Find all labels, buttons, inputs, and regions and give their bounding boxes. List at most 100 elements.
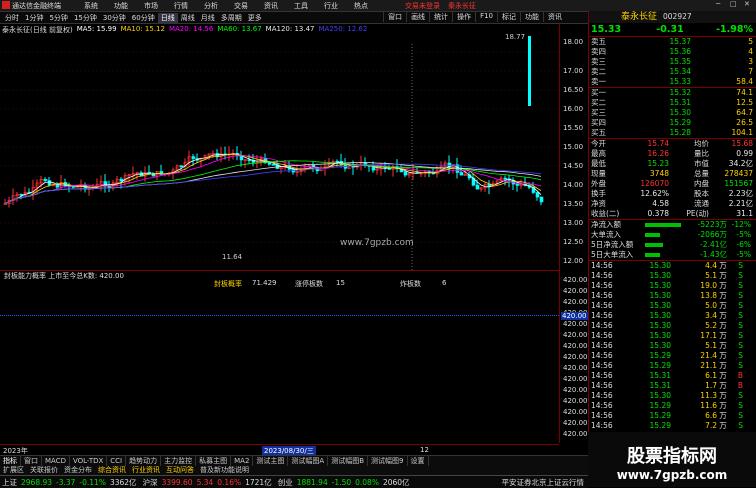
tick-side: S bbox=[738, 421, 743, 430]
tool-button[interactable]: F10 bbox=[475, 12, 497, 22]
period-tab[interactable]: 多周期 bbox=[218, 13, 245, 23]
stat-value: 0.99 bbox=[736, 149, 753, 158]
indicator-tab[interactable]: 趋势动力 bbox=[126, 456, 162, 466]
book-row: 卖一 15.33 58.4 bbox=[589, 77, 756, 87]
period-tab[interactable]: 1分钟 bbox=[22, 13, 46, 23]
tick-unit: 万 bbox=[719, 281, 727, 290]
book-label: 卖五 bbox=[591, 37, 606, 46]
tool-button[interactable]: 资讯 bbox=[543, 12, 566, 22]
tool-button[interactable]: 统计 bbox=[429, 12, 452, 22]
bid-list: 买一 15.32 74.1 买二 15.31 12.5 买三 15.30 64.7 买四 15.29… bbox=[589, 87, 756, 138]
indicator-tab[interactable]: 测试幅图9 bbox=[368, 456, 408, 466]
stat-value: 278437 bbox=[724, 169, 753, 178]
kline-svg bbox=[0, 36, 559, 270]
period-tab[interactable]: 15分钟 bbox=[71, 13, 100, 23]
period-tab[interactable]: 分时 bbox=[2, 13, 22, 23]
tool-button[interactable]: 功能 bbox=[520, 12, 543, 22]
indicator-tab[interactable]: VOL-TDX bbox=[70, 456, 108, 466]
ma-line bbox=[4, 153, 542, 204]
flow-row: 大单流入 -2066万 -5% bbox=[589, 230, 756, 240]
extension-tab[interactable]: 普及新功能说明 bbox=[197, 466, 252, 475]
price-tick: 12.00 bbox=[563, 257, 584, 265]
stat-value: 4.58 bbox=[652, 199, 669, 208]
candle bbox=[503, 177, 508, 180]
tick-side: S bbox=[738, 261, 743, 270]
period-tab[interactable]: 月线 bbox=[198, 13, 218, 23]
period-tab[interactable]: 周线 bbox=[178, 13, 198, 23]
indicator-tab[interactable]: 指标 bbox=[0, 456, 21, 466]
flow-bar-track bbox=[643, 240, 685, 250]
tick-volume: 13.8 bbox=[700, 291, 717, 300]
stat-label: 均价 bbox=[694, 139, 709, 148]
period-tab[interactable]: 5分钟 bbox=[46, 13, 70, 23]
minimize-icon[interactable]: ─ bbox=[716, 0, 720, 8]
ad-banner[interactable]: 股票指标网 www.7gpzb.com bbox=[588, 432, 756, 487]
tick-price: 15.30 bbox=[649, 271, 671, 280]
indicator-tab[interactable]: 私募主图 bbox=[196, 456, 232, 466]
book-volume: 5 bbox=[748, 37, 753, 46]
menu-item[interactable]: 交易 bbox=[234, 1, 248, 11]
indicator-tab[interactable]: 设置 bbox=[408, 456, 429, 466]
menu-item[interactable]: 分析 bbox=[204, 1, 218, 11]
index-pct: -0.11% bbox=[79, 477, 106, 487]
tool-button[interactable]: 标记 bbox=[497, 12, 520, 22]
extension-tab[interactable]: 综合资讯 bbox=[95, 466, 129, 475]
tool-button[interactable]: 画线 bbox=[406, 12, 429, 22]
indicator-tab[interactable]: 测试幅图A bbox=[288, 456, 329, 466]
stat-row: 外盘 126070 内盘 151567 bbox=[589, 179, 756, 189]
period-tab[interactable]: 更多 bbox=[245, 13, 265, 23]
tick-price: 15.30 bbox=[649, 291, 671, 300]
tick-row: 14:56 15.30 13.8 万 S bbox=[589, 291, 756, 301]
index-pct: 0.16% bbox=[217, 477, 242, 487]
indicator-tab[interactable]: 主力监控 bbox=[161, 456, 197, 466]
quote-stats: 今开 15.74 均价 15.68 最高 16.26 量比 0.99 最低 15.23 市值 34.2… bbox=[589, 138, 756, 219]
menu-item[interactable]: 市场 bbox=[144, 1, 158, 11]
book-volume: 64.7 bbox=[736, 108, 753, 117]
menu-item[interactable]: 行情 bbox=[174, 1, 188, 11]
close-icon[interactable]: ✕ bbox=[744, 0, 750, 8]
index-volume: 3362亿 bbox=[109, 477, 137, 487]
tool-button[interactable]: 窗口 bbox=[383, 12, 406, 22]
tick-side: S bbox=[738, 341, 743, 350]
extension-tab[interactable]: 互动问答 bbox=[163, 466, 197, 475]
extension-tab[interactable]: 关联报价 bbox=[27, 466, 61, 475]
candle bbox=[43, 179, 48, 181]
tick-unit: 万 bbox=[719, 321, 727, 330]
index-name[interactable]: 沪深 bbox=[143, 477, 158, 488]
indicator-tab[interactable]: 窗口 bbox=[21, 456, 42, 466]
indicator-tab[interactable]: 测试主图 bbox=[253, 456, 289, 466]
period-tab[interactable]: 30分钟 bbox=[100, 13, 129, 23]
period-tab[interactable]: 60分钟 bbox=[129, 13, 158, 23]
indicator-tick: 420.00 bbox=[563, 375, 588, 383]
book-price: 15.29 bbox=[669, 118, 691, 127]
extension-tab[interactable]: 资金分布 bbox=[61, 466, 95, 475]
kline-chart[interactable]: 泰永长征(日线 前复权) MA5: 15.99 MA10: 15.12 MA20: … bbox=[0, 24, 559, 270]
indicator-tab[interactable]: 测试幅图B bbox=[328, 456, 369, 466]
trade-login-link[interactable]: 交易未登录 bbox=[405, 1, 440, 11]
indicator-panel[interactable]: 封板能力概率 上市至今总K数: 420.00 封板概率 71.429 涨停板数 … bbox=[0, 270, 559, 444]
indicator-tab[interactable]: MACD bbox=[42, 456, 70, 466]
index-name[interactable]: 上证 bbox=[2, 477, 17, 488]
index-name[interactable]: 创业 bbox=[278, 477, 293, 488]
indicator-tick: 420.00 bbox=[563, 419, 588, 427]
menu-item[interactable]: 功能 bbox=[114, 1, 128, 11]
period-tab[interactable]: 日线 bbox=[157, 13, 178, 23]
maximize-icon[interactable]: □ bbox=[730, 0, 737, 8]
book-label: 买五 bbox=[591, 128, 606, 137]
menu-item[interactable]: 工具 bbox=[294, 1, 308, 11]
tick-price: 15.29 bbox=[649, 351, 671, 360]
tool-button[interactable]: 操作 bbox=[452, 12, 475, 22]
menu-item[interactable]: 资讯 bbox=[264, 1, 278, 11]
extension-tab[interactable]: 行业资讯 bbox=[129, 466, 163, 475]
indicator-tab[interactable]: MA2 bbox=[231, 456, 254, 466]
indicator-header: 封板能力概率 上市至今总K数: 420.00 bbox=[4, 272, 124, 280]
break-value: 6 bbox=[442, 279, 447, 287]
menu-item[interactable]: 行业 bbox=[324, 1, 338, 11]
indicator-tab[interactable]: CCI bbox=[107, 456, 127, 466]
stock-name-link[interactable]: 秦永长征 bbox=[448, 1, 476, 11]
menu-item[interactable]: 系统 bbox=[84, 1, 98, 11]
tick-time: 14:56 bbox=[591, 401, 613, 410]
tick-unit: 万 bbox=[719, 261, 727, 270]
extension-tab[interactable]: 扩展区 bbox=[0, 466, 27, 475]
menu-item[interactable]: 热点 bbox=[354, 1, 368, 11]
